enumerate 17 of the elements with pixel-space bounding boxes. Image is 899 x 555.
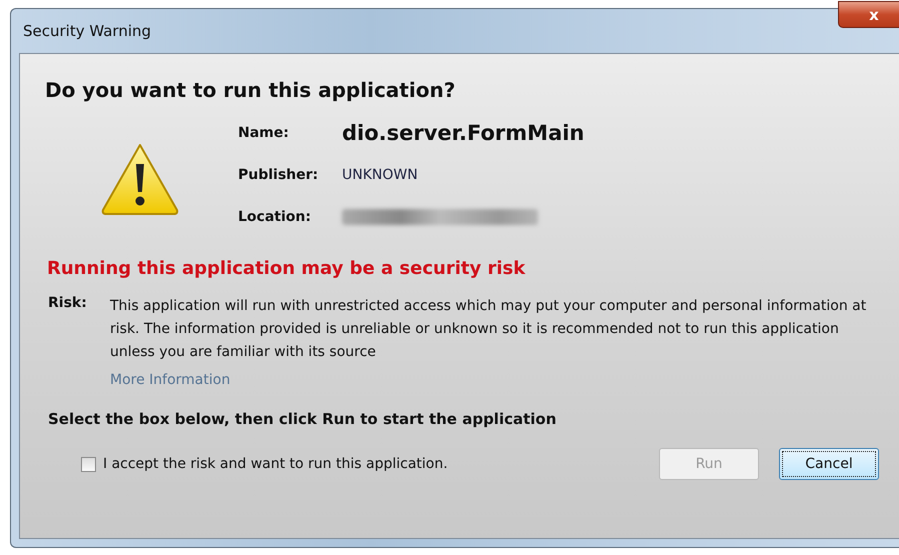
dialog-question: Do you want to run this application? [45,78,456,102]
field-label: Publisher: [238,167,320,183]
field-label: Location: [238,209,312,225]
risk-heading: Running this application may be a security risk [47,258,526,279]
application-name: dio.server.FormMain [342,121,584,145]
close-button[interactable]: x [838,1,899,28]
risk-description: This application will run with unrestricted access which may put your computer and personal information at risk. The information provided is unreliable or unknown so it is recommended not to run this application unless you are familiar with its source [110,297,868,362]
dialog-button[interactable]: Cancel [779,448,879,480]
publisher-value: UNKNOWN [342,167,418,183]
warning-icon [100,142,180,218]
field-label: Name: [238,125,290,141]
risk-label: Risk: [48,295,88,313]
instruction-text: Select the box below, then click Run to start the application [48,410,558,428]
accept-checkbox[interactable] [81,456,96,472]
window-title: Security Warning [22,22,152,40]
checkbox-label: I accept the risk and want to run this application. [103,456,448,472]
more-information-link[interactable]: More Information [110,372,230,388]
